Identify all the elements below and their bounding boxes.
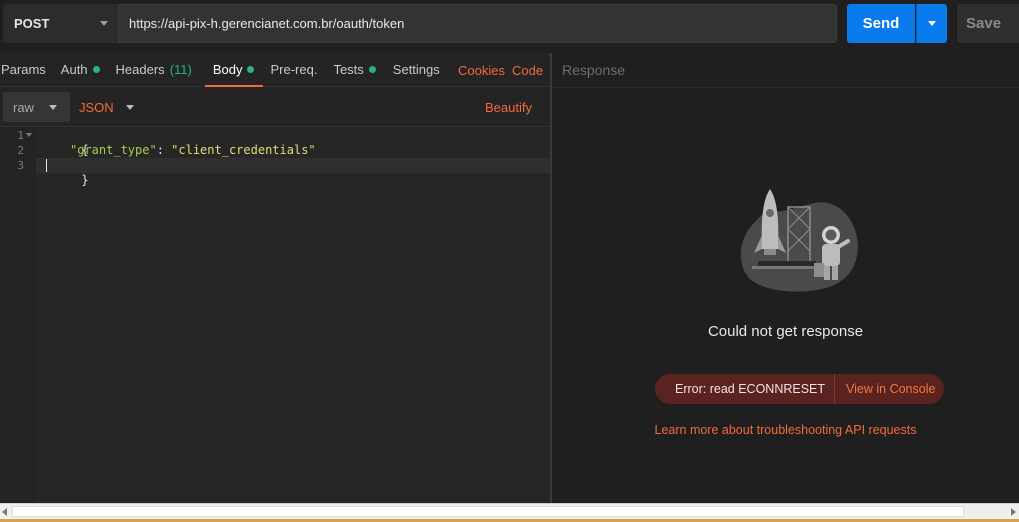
json-key: "grant_type": [70, 143, 157, 157]
code-label: Code: [512, 62, 544, 78]
tab-auth-label: Auth: [60, 62, 88, 77]
tab-settings-label: Settings: [392, 62, 440, 77]
error-text: Error: read ECONNRESET: [655, 374, 836, 404]
tab-body-label: Body: [212, 62, 243, 77]
save-label: Save: [966, 15, 1002, 32]
beautify-label: Beautify: [485, 99, 532, 115]
scroll-right-icon[interactable]: [1011, 508, 1016, 516]
url-input[interactable]: https://api-pix-h.gerencianet.com.br/oau…: [118, 4, 837, 43]
body-format-select[interactable]: JSON: [79, 92, 134, 122]
method-select[interactable]: POST: [3, 4, 118, 43]
scroll-left-icon[interactable]: [2, 508, 7, 516]
json-value: "client_credentials": [171, 143, 316, 157]
code-link[interactable]: Code: [512, 53, 543, 87]
line-number: 2: [17, 144, 24, 157]
tab-tests-label: Tests: [333, 62, 364, 77]
save-button[interactable]: Save: [957, 4, 1019, 43]
tab-auth[interactable]: Auth: [61, 53, 100, 87]
code-editor[interactable]: 1 2 3 { "grant_type": "client_credential…: [0, 128, 550, 503]
line-number: 3: [17, 159, 24, 172]
chevron-down-icon: [49, 105, 57, 110]
send-label: Send: [862, 15, 900, 32]
body-options-bar: raw JSON Beautify: [0, 87, 550, 127]
status-dot-icon: [368, 66, 376, 73]
learn-more-link[interactable]: Learn more about troubleshooting API req…: [552, 423, 1019, 437]
view-in-console-link[interactable]: View in Console: [835, 382, 935, 396]
active-line-highlight: [36, 158, 550, 173]
code-line-1: {: [38, 128, 88, 157]
method-label: POST: [14, 16, 50, 31]
headers-count: (11): [169, 62, 192, 77]
fold-arrow-icon[interactable]: [26, 133, 32, 137]
tab-prereq[interactable]: Pre-req.: [270, 53, 317, 87]
code-line-2: "grant_type": "client_credentials": [70, 143, 316, 158]
chevron-down-icon: [928, 21, 936, 26]
cookies-label: Cookies: [458, 62, 505, 78]
request-bar: POST https://api-pix-h.gerencianet.com.b…: [0, 0, 1019, 48]
beautify-button[interactable]: Beautify: [485, 92, 532, 122]
chevron-down-icon: [125, 104, 134, 110]
send-button[interactable]: Send: [847, 4, 915, 43]
response-pane: Response Could not get response Error: r…: [552, 53, 1019, 503]
cookies-link[interactable]: Cookies: [458, 53, 505, 87]
close-brace: }: [81, 173, 89, 187]
request-tabs: Params Auth Headers (11) Body Pre-req. T…: [0, 53, 550, 87]
response-title: Response: [562, 62, 626, 78]
response-divider: [552, 87, 1019, 88]
tab-body[interactable]: Body: [204, 53, 264, 87]
tab-settings[interactable]: Settings: [393, 53, 440, 87]
tab-prereq-label: Pre-req.: [270, 62, 318, 77]
status-dot-icon: [92, 66, 100, 73]
rocket-astronaut-illustration: [740, 189, 858, 292]
scrollbar-thumb[interactable]: [12, 506, 964, 517]
line-number: 1: [17, 129, 24, 142]
tab-headers[interactable]: Headers (11): [116, 53, 192, 87]
url-text: https://api-pix-h.gerencianet.com.br/oau…: [129, 16, 405, 31]
tab-params-label: Params: [1, 62, 46, 77]
body-mode-select[interactable]: raw: [3, 92, 70, 122]
tab-headers-label: Headers: [115, 62, 165, 77]
request-pane: Params Auth Headers (11) Body Pre-req. T…: [0, 53, 550, 503]
tab-params[interactable]: Params: [1, 53, 46, 87]
error-banner: Error: read ECONNRESET View in Console: [655, 374, 944, 404]
no-response-message: Could not get response: [707, 323, 864, 340]
tab-tests[interactable]: Tests: [333, 53, 376, 87]
text-cursor: [46, 159, 47, 172]
horizontal-scrollbar[interactable]: [0, 503, 1019, 519]
json-colon: :: [156, 143, 172, 157]
body-format-label: JSON: [79, 99, 114, 115]
editor-gutter: 1 2 3: [0, 128, 36, 503]
send-options-button[interactable]: [916, 4, 947, 43]
body-mode-label: raw: [13, 99, 34, 115]
chevron-down-icon: [100, 21, 108, 26]
status-dot-icon: [247, 66, 255, 73]
